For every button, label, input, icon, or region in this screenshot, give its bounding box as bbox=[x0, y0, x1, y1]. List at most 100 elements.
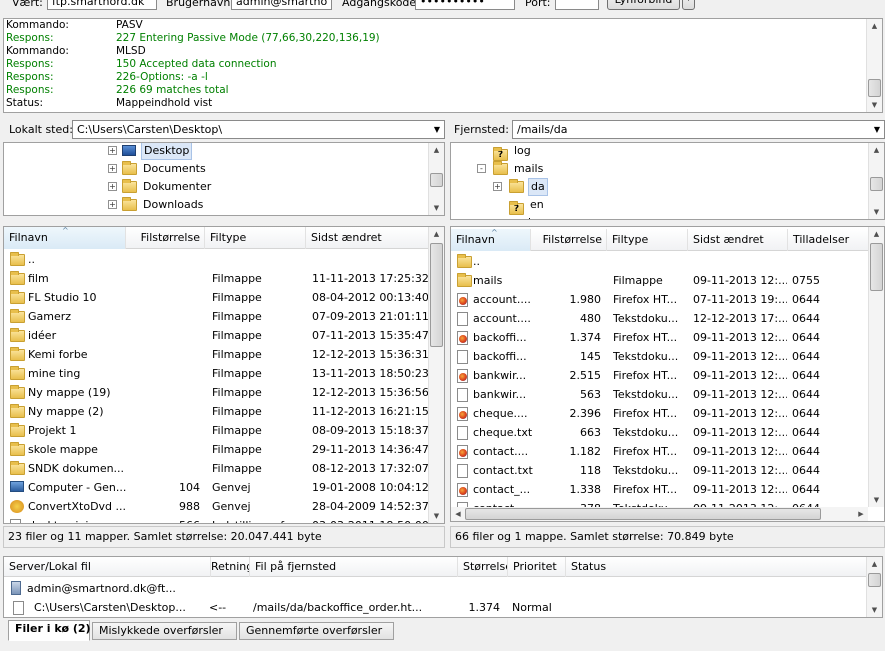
local-file-row[interactable]: desktop.ini566 Indstillinger fo... 03-03-2… bbox=[4, 516, 430, 523]
remote-file-row[interactable]: mails Filmappe 09-11-2013 12:... 0755 bbox=[451, 271, 870, 290]
remote-file-row[interactable]: backoffi... 145 Tekstdoku... 09-11-2013 12:… bbox=[451, 347, 870, 366]
local-file-row[interactable]: film Filmappe 11-11-2013 17:25:32 bbox=[4, 269, 430, 288]
username-input[interactable] bbox=[231, 0, 332, 10]
tab-failed-transfers[interactable]: Mislykkede overførsler bbox=[92, 622, 237, 640]
scroll-down-icon[interactable]: ▼ bbox=[867, 98, 882, 112]
scroll-down-icon[interactable]: ▼ bbox=[869, 205, 884, 219]
local-file-row[interactable]: Ny mappe (2) Filmappe 11-12-2013 16:21:15 bbox=[4, 402, 430, 421]
queue-scrollbar[interactable]: ▲ ▼ bbox=[866, 557, 882, 617]
local-file-row[interactable]: Gamerz Filmappe 07-09-2013 21:01:11 bbox=[4, 307, 430, 326]
port-input[interactable] bbox=[555, 0, 599, 10]
column-header-direction[interactable]: Retning bbox=[211, 557, 250, 577]
local-file-row[interactable]: Projekt 1 Filmappe 08-09-2013 15:18:37 bbox=[4, 421, 430, 440]
expand-icon[interactable]: + bbox=[493, 182, 502, 191]
scroll-down-icon[interactable]: ▼ bbox=[429, 201, 444, 215]
scroll-thumb[interactable] bbox=[870, 243, 883, 291]
remote-file-row[interactable]: contact.txt 118 Tekstdoku... 09-11-2013 12:… bbox=[451, 461, 870, 480]
scroll-down-icon[interactable]: ▼ bbox=[867, 603, 882, 617]
column-header-filesize[interactable]: Filstørrelse bbox=[531, 229, 607, 251]
queue-server-row[interactable]: admin@smartnord.dk@ft... bbox=[4, 579, 868, 598]
chevron-down-icon[interactable]: ▼ bbox=[430, 121, 444, 138]
local-tree-scrollbar[interactable]: ▲ ▼ bbox=[428, 143, 444, 215]
remote-file-row[interactable]: cheque.txt 663 Tekstdoku... 09-11-2013 12:.… bbox=[451, 423, 870, 442]
scroll-up-icon[interactable]: ▲ bbox=[869, 143, 884, 157]
local-folder-tree[interactable]: + Desktop + Documents + Dokumenter + Downloads … bbox=[3, 142, 445, 216]
expand-icon[interactable]: + bbox=[108, 200, 117, 209]
remote-file-row[interactable]: backoffi... 1.374 Firefox HT... 09-11-2013 … bbox=[451, 328, 870, 347]
column-header-server-local[interactable]: Server/Lokal fil bbox=[4, 557, 211, 577]
tree-node-documents[interactable]: + Documents bbox=[4, 160, 424, 178]
local-file-row[interactable]: Computer - Gen... 104 Genvej 19-01-2008 10:… bbox=[4, 478, 430, 497]
local-path-combo[interactable]: C:\Users\Carsten\Desktop\ ▼ bbox=[72, 120, 445, 139]
tree-node-downloads[interactable]: + Downloads bbox=[4, 196, 424, 214]
remote-file-row[interactable]: account.... 480 Tekstdoku... 12-12-2013 17:… bbox=[451, 309, 870, 328]
password-input[interactable] bbox=[415, 0, 515, 10]
remote-file-row[interactable]: contact.... 1.182 Firefox HT... 09-11-2013 … bbox=[451, 442, 870, 461]
local-file-row[interactable]: idéer Filmappe 07-11-2013 15:35:47 bbox=[4, 326, 430, 345]
expand-icon[interactable]: + bbox=[108, 182, 117, 191]
chevron-down-icon[interactable]: ▼ bbox=[682, 0, 695, 10]
local-file-row[interactable]: SNDK dokumen... Filmappe 08-12-2013 17:32:… bbox=[4, 459, 430, 478]
column-header-filetype[interactable]: Filtype bbox=[205, 227, 306, 249]
tree-node-da[interactable]: + da bbox=[451, 178, 866, 196]
tab-queued-files[interactable]: Filer i kø (2) bbox=[8, 620, 91, 641]
scroll-right-icon[interactable]: ▶ bbox=[854, 507, 868, 521]
expand-icon[interactable]: + bbox=[108, 146, 117, 155]
remote-file-row[interactable]: account.... 1.980 Firefox HT... 07-11-2013 … bbox=[451, 290, 870, 309]
column-header-priority[interactable]: Prioritet bbox=[508, 557, 566, 577]
scroll-thumb[interactable] bbox=[430, 173, 443, 187]
local-file-row[interactable]: .. bbox=[4, 250, 430, 269]
remote-file-row[interactable]: bankwir... 2.515 Firefox HT... 09-11-2013 1… bbox=[451, 366, 870, 385]
column-header-remote-file[interactable]: Fil på fjernsted bbox=[250, 557, 458, 577]
collapse-icon[interactable]: - bbox=[477, 164, 486, 173]
remote-list-scrollbar[interactable]: ▲ ▼ bbox=[868, 227, 884, 507]
remote-file-row[interactable]: cheque.... 2.396 Firefox HT... 09-11-2013 1… bbox=[451, 404, 870, 423]
scroll-thumb[interactable] bbox=[870, 177, 883, 191]
column-header-filesize[interactable]: Filstørrelse bbox=[126, 227, 205, 249]
scroll-thumb[interactable] bbox=[430, 243, 443, 347]
scroll-up-icon[interactable]: ▲ bbox=[429, 143, 444, 157]
local-file-row[interactable]: Ny mappe (19) Filmappe 12-12-2013 15:36:56 bbox=[4, 383, 430, 402]
tree-node-pub[interactable]: ? pub bbox=[451, 214, 866, 219]
scroll-down-icon[interactable]: ▼ bbox=[429, 509, 444, 523]
tree-node-en[interactable]: ? en bbox=[451, 196, 866, 215]
remote-file-row[interactable]: contact_... 1.338 Firefox HT... 09-11-2013 … bbox=[451, 480, 870, 499]
tree-node-log[interactable]: ? log bbox=[451, 143, 866, 161]
column-header-status[interactable]: Status bbox=[566, 557, 868, 577]
local-file-row[interactable]: Kemi forbe Filmappe 12-12-2013 15:36:31 bbox=[4, 345, 430, 364]
message-log[interactable]: Kommando: PASV Respons: 227 Entering Passiv… bbox=[3, 18, 883, 113]
tree-node-mails[interactable]: - mails bbox=[451, 160, 866, 178]
remote-file-list[interactable]: Filnavn ^ Filstørrelse Filtype Sidst ændr… bbox=[450, 226, 885, 522]
local-list-scrollbar[interactable]: ▲ ▼ bbox=[428, 227, 444, 523]
scroll-down-icon[interactable]: ▼ bbox=[869, 493, 884, 507]
local-file-row[interactable]: FL Studio 10 Filmappe 08-04-2012 00:13:40 bbox=[4, 288, 430, 307]
scroll-thumb[interactable] bbox=[868, 79, 881, 97]
remote-file-row[interactable]: .. bbox=[451, 252, 870, 271]
column-header-filename[interactable]: Filnavn ^ bbox=[451, 229, 531, 251]
column-header-permissions[interactable]: Tilladelser bbox=[788, 229, 870, 251]
scroll-thumb[interactable] bbox=[465, 508, 821, 520]
local-file-row[interactable]: skole mappe Filmappe 29-11-2013 14:36:47 bbox=[4, 440, 430, 459]
local-file-list[interactable]: Filnavn ^ Filstørrelse Filtype Sidst ændr… bbox=[3, 226, 445, 524]
remote-tree-scrollbar[interactable]: ▲ ▼ bbox=[868, 143, 884, 219]
queue-item-row[interactable]: C:\Users\Carsten\Desktop... <-- /mails/d… bbox=[4, 598, 868, 617]
log-scrollbar[interactable]: ▲ ▼ bbox=[866, 19, 882, 112]
column-header-filetype[interactable]: Filtype bbox=[607, 229, 688, 251]
column-header-modified[interactable]: Sidst ændret bbox=[306, 227, 430, 249]
expand-icon[interactable]: + bbox=[108, 164, 117, 173]
scroll-up-icon[interactable]: ▲ bbox=[867, 19, 882, 33]
host-input[interactable] bbox=[47, 0, 157, 10]
scroll-up-icon[interactable]: ▲ bbox=[429, 227, 444, 241]
tab-successful-transfers[interactable]: Gennemførte overførsler bbox=[239, 622, 394, 640]
column-header-filename[interactable]: Filnavn ^ bbox=[4, 227, 126, 249]
chevron-down-icon[interactable]: ▼ bbox=[870, 121, 884, 138]
scroll-up-icon[interactable]: ▲ bbox=[867, 557, 882, 571]
remote-list-hscrollbar[interactable]: ◀ ▶ bbox=[451, 507, 868, 521]
remote-folder-tree[interactable]: ?log-mails+da?en?pub ▲ ▼ bbox=[450, 142, 885, 220]
local-file-row[interactable]: ConvertXtoDvd ... 988 Genvej 28-04-2009 14:… bbox=[4, 497, 430, 516]
scroll-up-icon[interactable]: ▲ bbox=[869, 227, 884, 241]
column-header-size[interactable]: Størrelse bbox=[458, 557, 508, 577]
remote-file-row[interactable]: bankwir... 563 Tekstdoku... 09-11-2013 12:.… bbox=[451, 385, 870, 404]
remote-path-combo[interactable]: /mails/da ▼ bbox=[512, 120, 885, 139]
scroll-thumb[interactable] bbox=[868, 573, 881, 587]
